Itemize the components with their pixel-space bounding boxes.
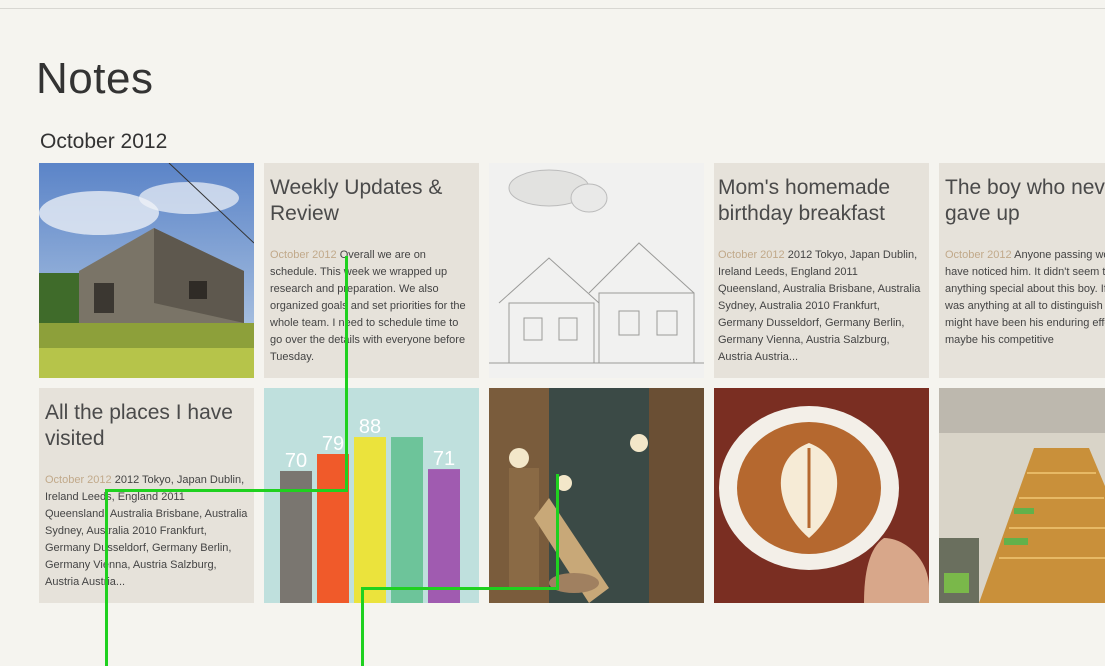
guide-line xyxy=(105,489,348,492)
note-date: October 2012 xyxy=(718,249,785,261)
chart-value-label: 79 xyxy=(322,433,344,455)
note-date: October 2012 xyxy=(270,249,337,261)
note-preview: October 2012 Overall we are on schedule.… xyxy=(270,247,473,366)
bar-chart-image: 70 79 88 71 xyxy=(264,388,479,603)
note-preview: October 2012 Anyone passing would not ha… xyxy=(945,247,1105,349)
note-tile-office-stairs[interactable] xyxy=(939,388,1105,603)
chart-bar xyxy=(428,469,460,603)
note-tile-barn[interactable] xyxy=(39,163,254,378)
note-tile[interactable]: The boy who never gave up October 2012 A… xyxy=(939,163,1105,378)
note-text: 2012 Tokyo, Japan Dublin, Ireland Leeds,… xyxy=(718,249,921,363)
note-tile[interactable]: All the places I have visited October 20… xyxy=(39,388,254,603)
note-tile-latte[interactable] xyxy=(714,388,929,603)
office-stairs-photo xyxy=(939,388,1105,603)
atrium-photo xyxy=(489,388,704,603)
note-preview: October 2012 2012 Tokyo, Japan Dublin, I… xyxy=(718,247,923,366)
note-title: Mom's homemade birthday breakfast xyxy=(718,176,891,225)
note-text: Overall we are on schedule. This week we… xyxy=(270,249,466,363)
section-heading[interactable]: October 2012 xyxy=(40,130,167,154)
guide-line xyxy=(556,474,559,590)
chart-value-label: 88 xyxy=(359,416,381,438)
note-text: Anyone passing would not have noticed hi… xyxy=(945,249,1105,346)
note-date: October 2012 xyxy=(945,249,1012,261)
chart-value-label: 70 xyxy=(285,450,307,472)
chart-value-label: 71 xyxy=(433,448,455,470)
top-divider xyxy=(0,8,1105,9)
guide-line xyxy=(105,489,108,666)
note-tile[interactable]: Weekly Updates & Review October 2012 Ove… xyxy=(264,163,479,378)
note-tile[interactable]: Mom's homemade birthday breakfast Octobe… xyxy=(714,163,929,378)
note-tile-chart[interactable]: 70 79 88 71 xyxy=(264,388,479,603)
guide-line xyxy=(361,587,559,590)
note-date: October 2012 xyxy=(45,474,112,486)
latte-photo xyxy=(714,388,929,603)
chart-bar xyxy=(391,437,423,603)
guide-line xyxy=(345,256,348,492)
note-tile-house-sketch[interactable] xyxy=(489,163,704,378)
note-title: The boy who never gave up xyxy=(945,176,1105,225)
note-tile-atrium[interactable] xyxy=(489,388,704,603)
house-sketch-photo xyxy=(489,163,704,378)
barn-photo xyxy=(39,163,254,378)
guide-line xyxy=(361,587,364,666)
note-title: All the places I have visited xyxy=(45,401,233,450)
page-title: Notes xyxy=(36,54,154,103)
note-title: Weekly Updates & Review xyxy=(270,176,443,225)
chart-bar xyxy=(354,437,386,603)
